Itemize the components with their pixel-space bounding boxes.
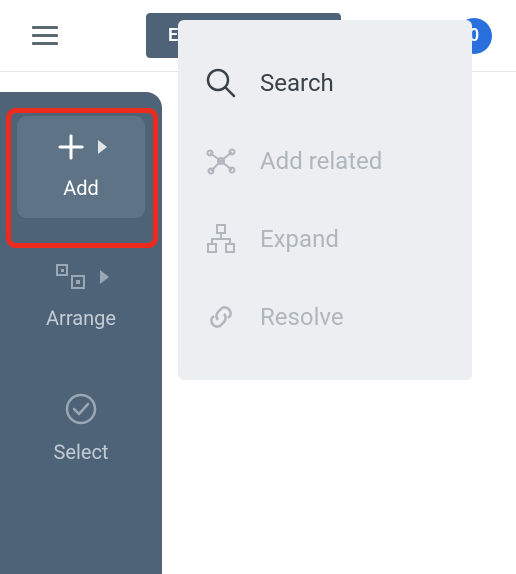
hierarchy-icon [204,222,238,256]
tool-label: Add [63,176,99,200]
arrange-icon [54,262,88,292]
flyout-item-expand[interactable]: Expand [178,200,472,278]
main: Add Arrange Select Search Add related [0,72,516,574]
flyout-item-add-related[interactable]: Add related [178,122,472,200]
plus-icon [56,132,86,162]
flyout-item-search[interactable]: Search [178,44,472,122]
menu-icon[interactable] [24,18,66,53]
add-flyout: Search Add related Expand Resolve [178,20,472,380]
flyout-label: Search [260,69,334,97]
flyout-label: Expand [260,225,339,253]
link-icon [204,300,238,334]
search-icon [204,66,238,100]
chevron-right-icon [98,140,107,154]
network-icon [204,144,238,178]
sidebar: Add Arrange Select [0,92,162,574]
tool-arrange[interactable]: Arrange [17,246,145,348]
tool-label: Arrange [46,306,116,330]
tool-add[interactable]: Add [17,116,145,218]
chevron-right-icon [100,270,109,284]
tool-label: Select [54,440,109,464]
check-circle-icon [64,392,98,426]
flyout-item-resolve[interactable]: Resolve [178,278,472,356]
flyout-label: Resolve [260,303,344,331]
flyout-label: Add related [260,147,382,175]
tool-select[interactable]: Select [17,376,145,482]
